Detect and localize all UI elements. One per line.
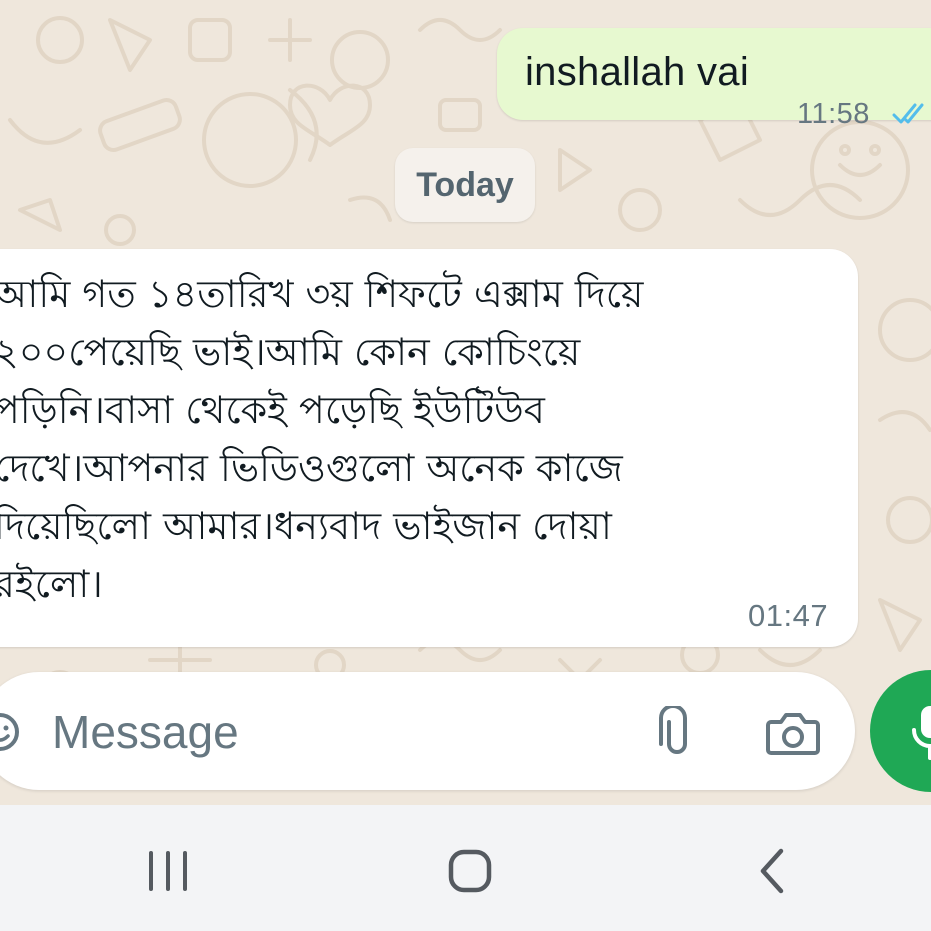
outgoing-message-text: inshallah vai — [525, 50, 750, 94]
incoming-message-time: 01:47 — [748, 598, 829, 633]
incoming-message-text: আমি গত ১৪তারিখ ৩য় শিফটে এক্সাম দিয়ে ২০… — [0, 272, 644, 606]
emoji-icon[interactable] — [0, 712, 20, 752]
microphone-icon — [912, 706, 931, 760]
incoming-message-bubble[interactable]: আমি গত ১৪তারিখ ৩য় শিফটে এক্সাম দিয়ে ২০… — [0, 249, 858, 647]
date-chip: Today — [395, 148, 535, 222]
paperclip-icon[interactable] — [650, 706, 696, 756]
outgoing-message-time: 11:58 — [797, 98, 870, 130]
message-composer — [0, 672, 855, 790]
home-icon[interactable] — [440, 841, 500, 901]
double-check-read-icon — [892, 103, 924, 124]
system-navigation-bar — [0, 805, 931, 931]
outgoing-message-bubble[interactable]: inshallah vai 11:58 — [497, 28, 931, 130]
camera-icon[interactable] — [765, 710, 821, 756]
chat-area[interactable]: inshallah vai 11:58 Today আমি গত ১৪তারিখ… — [0, 0, 931, 805]
recent-apps-icon[interactable] — [138, 841, 198, 901]
back-icon[interactable] — [743, 841, 803, 901]
message-input[interactable] — [52, 702, 592, 762]
